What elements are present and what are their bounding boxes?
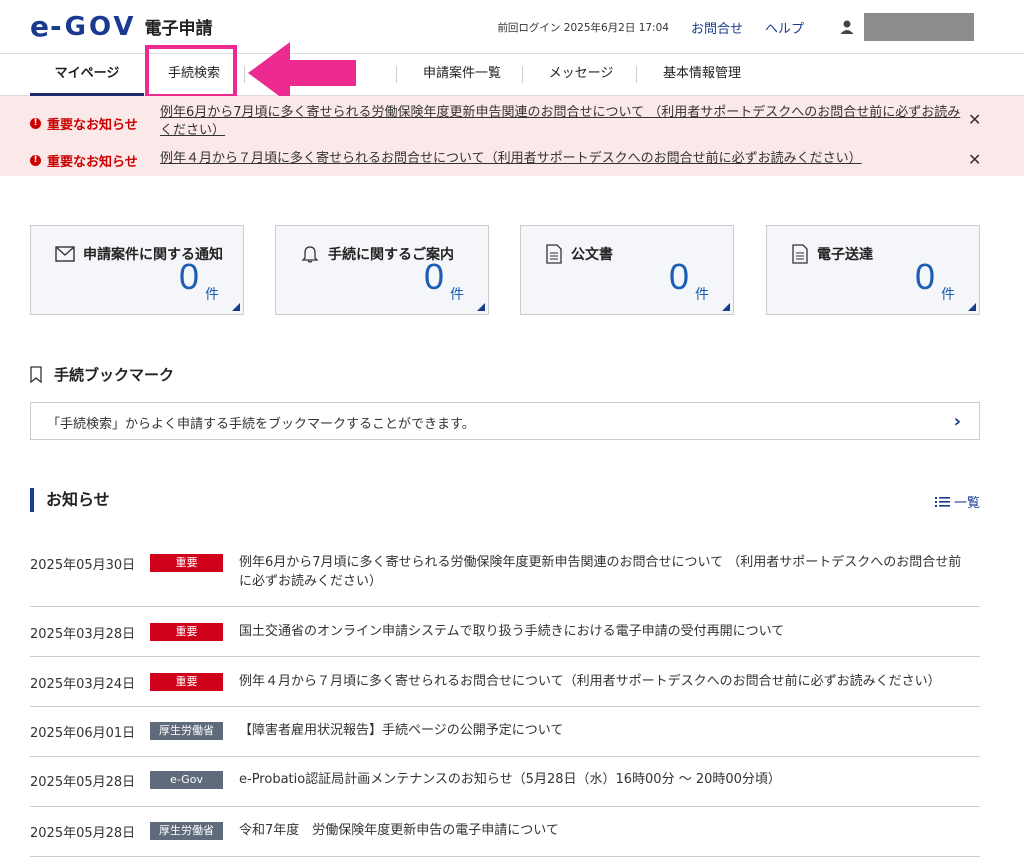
nav-divider bbox=[636, 66, 637, 83]
news-date: 2025年05月28日 bbox=[30, 775, 136, 790]
bookmark-hint: 「手続検索」からよく申請する手続をブックマークすることができます。 bbox=[47, 417, 475, 432]
corner-triangle-icon bbox=[722, 303, 730, 311]
nav-divider bbox=[396, 66, 397, 83]
corner-triangle-icon bbox=[477, 303, 485, 311]
card-unit: 件 bbox=[941, 287, 955, 303]
tab-application-list[interactable]: 申請案件一覧 bbox=[412, 54, 512, 96]
notice-link[interactable]: 例年6月から7月頃に多く寄せられる労働保険年度更新申告関連のお問合せについて （… bbox=[160, 104, 965, 140]
nav-divider bbox=[244, 66, 245, 83]
news-title[interactable]: e-Probatio認証局計画メンテナンスのお知らせ（5月28日（水）16時00… bbox=[239, 770, 974, 789]
bookmark-panel[interactable]: 「手続検索」からよく申請する手続をブックマークすることができます。 › bbox=[30, 402, 980, 440]
notice-row: ! 重要なお知らせ 例年6月から7月頃に多く寄せられる労働保険年度更新申告関連の… bbox=[0, 104, 1024, 144]
notice-label: ! 重要なお知らせ bbox=[30, 114, 138, 133]
tab-basic-info[interactable]: 基本情報管理 bbox=[650, 54, 754, 96]
nav-divider bbox=[522, 66, 523, 83]
notice-label-text: 重要なお知らせ bbox=[47, 118, 138, 133]
card-title-text: 公文書 bbox=[571, 247, 613, 263]
header-right: 前回ログイン 2025年6月2日 17:04 お問合せ ヘルプ bbox=[497, 12, 974, 42]
news-tag: 重要 bbox=[150, 554, 223, 572]
news-heading: お知らせ bbox=[30, 488, 110, 512]
card-title-text: 電子送達 bbox=[817, 247, 873, 263]
card-count: 0 bbox=[423, 256, 444, 297]
list-icon bbox=[934, 496, 950, 507]
highlight-box bbox=[145, 45, 237, 98]
news-date: 2025年03月24日 bbox=[30, 677, 136, 692]
card-unit: 件 bbox=[205, 287, 219, 303]
mail-icon bbox=[55, 246, 75, 262]
tab-mypage[interactable]: マイページ bbox=[30, 54, 144, 96]
news-item[interactable]: 2025年03月24日 重要 例年４月から７月頃に多く寄せられるお問合せについて… bbox=[30, 657, 980, 707]
card-application-notices[interactable]: 申請案件に関する通知 0 件 bbox=[30, 225, 244, 315]
close-icon[interactable]: ✕ bbox=[968, 110, 981, 129]
card-count: 0 bbox=[178, 256, 199, 297]
card-procedure-info[interactable]: 手続に関するご案内 0 件 bbox=[275, 225, 489, 315]
tab-messages[interactable]: メッセージ bbox=[536, 54, 626, 96]
news-all-label: 一覧 bbox=[953, 496, 980, 511]
card-official-documents[interactable]: 公文書 0 件 bbox=[520, 225, 734, 315]
exclamation-icon: ! bbox=[30, 155, 41, 166]
logo-gov: GOV bbox=[64, 11, 137, 42]
news-all-link[interactable]: 一覧 bbox=[934, 492, 980, 511]
exclamation-icon: ! bbox=[30, 118, 41, 129]
news-tag: 重要 bbox=[150, 623, 223, 641]
card-unit: 件 bbox=[695, 287, 709, 303]
bell-icon bbox=[301, 246, 319, 263]
user-name-redacted[interactable] bbox=[864, 13, 974, 41]
card-count: 0 bbox=[914, 256, 935, 297]
news-title[interactable]: 例年４月から７月頃に多く寄せられるお問合せについて（利用者サポートデスクへのお問… bbox=[239, 672, 974, 691]
user-icon[interactable] bbox=[838, 18, 856, 36]
arrow-left-icon bbox=[248, 42, 356, 104]
last-login: 前回ログイン 2025年6月2日 17:04 bbox=[497, 21, 669, 34]
close-icon[interactable]: ✕ bbox=[968, 150, 981, 169]
news-tag: 厚生労働省 bbox=[150, 722, 223, 740]
card-electronic-delivery[interactable]: 電子送達 0 件 bbox=[766, 225, 980, 315]
contact-link[interactable]: お問合せ bbox=[691, 18, 743, 37]
logo-e: e- bbox=[30, 10, 63, 43]
bookmark-icon bbox=[30, 366, 42, 383]
notice-label-text: 重要なお知らせ bbox=[47, 155, 138, 170]
card-unit: 件 bbox=[450, 287, 464, 303]
news-item[interactable]: 2025年05月28日 厚生労働省 令和7年度 労働保険年度更新申告の電子申請に… bbox=[30, 807, 980, 857]
news-item[interactable]: 2025年05月28日 e-Gov e-Probatio認証局計画メンテナンスの… bbox=[30, 757, 980, 807]
document-icon bbox=[792, 244, 808, 264]
notice-label: ! 重要なお知らせ bbox=[30, 151, 138, 170]
news-date: 2025年05月30日 bbox=[30, 558, 136, 573]
news-date: 2025年05月28日 bbox=[30, 826, 136, 841]
news-item[interactable]: 2025年05月30日 重要 例年6月から7月頃に多く寄せられる労働保険年度更新… bbox=[30, 545, 980, 607]
news-title[interactable]: 令和7年度 労働保険年度更新申告の電子申請について bbox=[239, 821, 974, 840]
notice-row: ! 重要なお知らせ 例年４月から７月頃に多く寄せられるお問合せについて（利用者サ… bbox=[0, 150, 1024, 172]
help-link[interactable]: ヘルプ bbox=[765, 18, 804, 37]
news-tag: e-Gov bbox=[150, 771, 223, 789]
bookmark-heading: 手続ブックマーク bbox=[30, 364, 174, 385]
news-item[interactable]: 2025年06月01日 厚生労働省 【障害者雇用状況報告】手続ページの公開予定に… bbox=[30, 707, 980, 757]
egov-logo[interactable]: e- GOV 電子申請 bbox=[30, 10, 213, 43]
chevron-right-icon[interactable]: › bbox=[954, 411, 961, 432]
document-icon bbox=[546, 244, 562, 264]
card-title: 公文書 bbox=[545, 244, 613, 264]
corner-triangle-icon bbox=[232, 303, 240, 311]
news-title[interactable]: 国土交通省のオンライン申請システムで取り扱う手続きにおける電子申請の受付再開につ… bbox=[239, 622, 974, 641]
news-tag: 重要 bbox=[150, 673, 223, 691]
card-title-text: 申請案件に関する通知 bbox=[83, 247, 223, 263]
news-tag: 厚生労働省 bbox=[150, 822, 223, 840]
corner-triangle-icon bbox=[968, 303, 976, 311]
card-count: 0 bbox=[668, 256, 689, 297]
news-title[interactable]: 例年6月から7月頃に多く寄せられる労働保険年度更新申告関連のお問合せについて （… bbox=[239, 553, 974, 591]
logo-subtitle: 電子申請 bbox=[144, 19, 213, 39]
important-notices: ! 重要なお知らせ 例年6月から7月頃に多く寄せられる労働保険年度更新申告関連の… bbox=[0, 96, 1024, 176]
news-title[interactable]: 【障害者雇用状況報告】手続ページの公開予定について bbox=[239, 721, 974, 740]
bookmark-title: 手続ブックマーク bbox=[54, 366, 175, 384]
news-date: 2025年06月01日 bbox=[30, 726, 136, 741]
news-date: 2025年03月28日 bbox=[30, 627, 136, 642]
card-title: 電子送達 bbox=[791, 244, 873, 264]
notice-link[interactable]: 例年４月から７月頃に多く寄せられるお問合せについて（利用者サポートデスクへのお問… bbox=[160, 150, 965, 168]
news-item[interactable]: 2025年03月28日 重要 国土交通省のオンライン申請システムで取り扱う手続き… bbox=[30, 607, 980, 657]
